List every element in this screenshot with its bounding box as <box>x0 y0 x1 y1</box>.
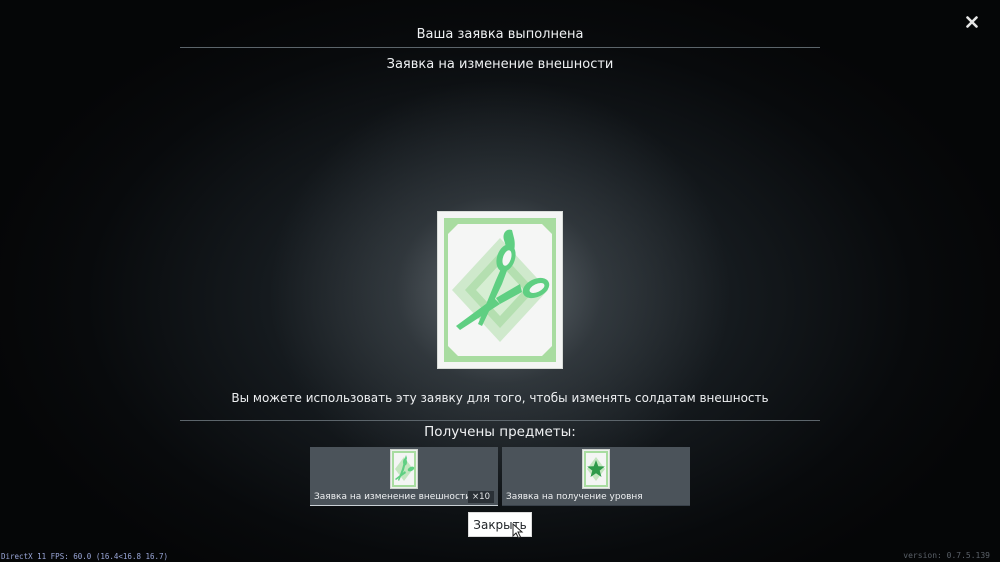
item-card-thumbnail <box>390 449 418 489</box>
mouse-cursor-icon <box>512 523 524 539</box>
reward-card <box>437 211 563 369</box>
title-divider <box>180 47 820 48</box>
card-description: Вы можете использовать эту заявку для то… <box>231 391 769 405</box>
item-name: Заявка на изменение внешности <box>314 492 471 502</box>
item-card-thumbnail <box>582 449 610 489</box>
item-quantity-badge: ×10 <box>468 491 494 503</box>
dialog-subtitle: Заявка на изменение внешности <box>386 57 614 72</box>
close-icon[interactable] <box>962 12 982 32</box>
item-name: Заявка на получение уровня <box>506 492 643 502</box>
description-divider <box>180 420 820 421</box>
item-tile-appearance[interactable]: Заявка на изменение внешности ×10 <box>310 447 498 506</box>
version-label: version: 0.7.5.139 <box>903 551 990 560</box>
dialog-title: Ваша заявка выполнена <box>416 27 584 42</box>
selection-underline <box>310 505 498 506</box>
received-items-label: Получены предметы: <box>424 424 576 440</box>
fps-counter: DirectX 11 FPS: 60.0 (16.4<16.8 16.7) <box>1 552 169 561</box>
item-tile-level[interactable]: Заявка на получение уровня <box>502 447 690 506</box>
